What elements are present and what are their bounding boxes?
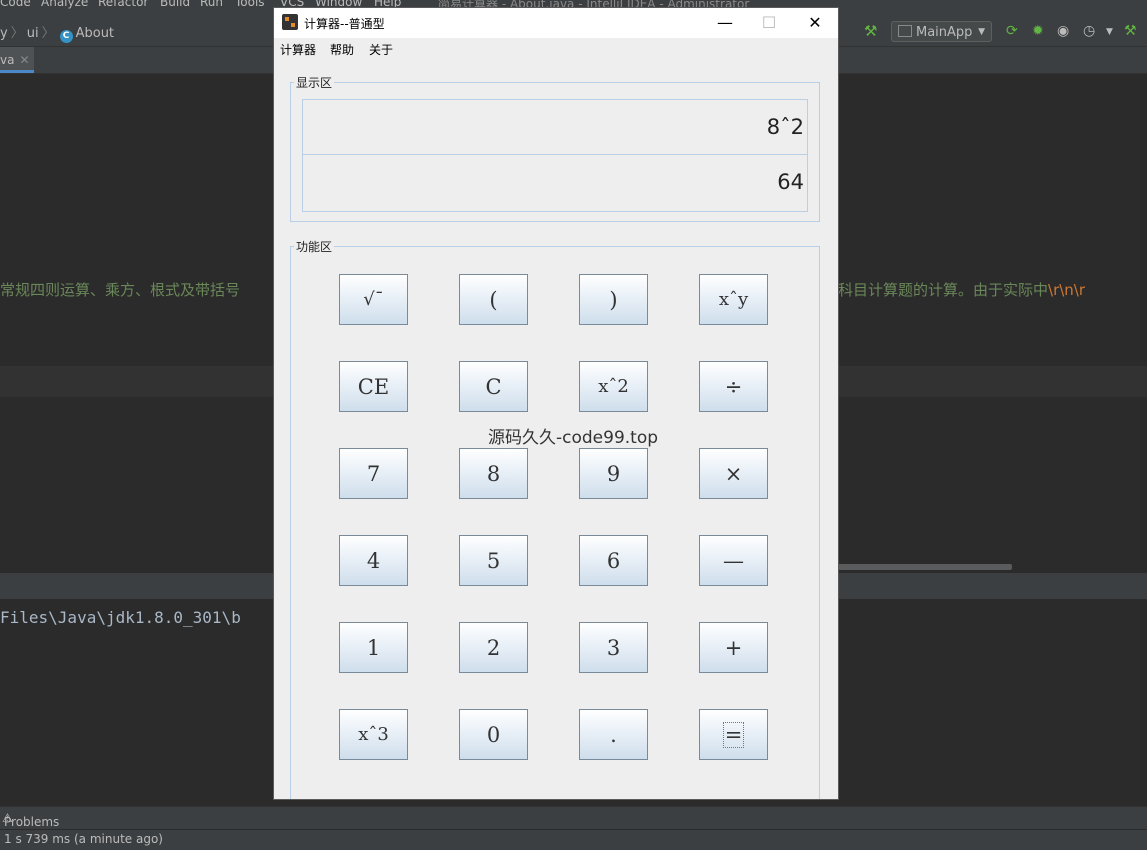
menu-about[interactable]: 关于 — [369, 41, 393, 58]
calculator-menubar: 计算器 帮助 关于 — [274, 38, 838, 60]
app-config-icon — [898, 25, 912, 37]
equals-label: = — [722, 721, 745, 748]
close-button[interactable]: ✕ — [800, 12, 830, 34]
ide-menu-code[interactable]: Code — [0, 0, 31, 9]
open-paren-button[interactable]: ( — [459, 274, 528, 325]
clear-entry-button[interactable]: CE — [339, 361, 408, 412]
close-paren-button[interactable]: ) — [579, 274, 648, 325]
ide-menu-tools[interactable]: Tools — [235, 0, 265, 9]
ide-menu-refactor[interactable]: Refactor — [98, 0, 148, 9]
calculator-window: 计算器--普通型 — ☐ ✕ 计算器 帮助 关于 显示区 8ˆ2 64 功能区 … — [274, 8, 838, 799]
digit-7-button[interactable]: 7 — [339, 448, 408, 499]
build-project-icon[interactable]: ⚒ — [1124, 23, 1137, 39]
problems-tab[interactable]: ⚠ Problems — [2, 811, 59, 829]
add-button[interactable]: + — [699, 622, 768, 673]
toolbar-actions: ⚒ MainApp ▼ ⟳ ✹ ◉ ◷ ▼ ⚒ — [860, 20, 1147, 44]
problems-label: Problems — [4, 815, 60, 829]
breadcrumb: y 〉 ui 〉 C About — [0, 22, 114, 43]
editor-tab[interactable]: va ✕ — [0, 47, 34, 73]
result-display: 64 — [302, 154, 808, 212]
power-xy-button[interactable]: xˆy — [699, 274, 768, 325]
coverage-shield-icon[interactable]: ◉ — [1057, 23, 1069, 39]
run-config-selector[interactable]: MainApp ▼ — [891, 21, 992, 42]
breadcrumb-item[interactable]: y — [0, 26, 8, 41]
status-bar: 1 s 739 ms (a minute ago) — [0, 829, 1147, 850]
profile-dropdown-icon[interactable]: ▼ — [1106, 27, 1113, 37]
decimal-point-button[interactable]: . — [579, 709, 648, 760]
digit-3-button[interactable]: 3 — [579, 622, 648, 673]
breadcrumb-item[interactable]: About — [76, 26, 114, 41]
code-string-right-text: 科目计算题的计算。由于实际中 — [838, 281, 1049, 299]
square-button[interactable]: xˆ2 — [579, 361, 648, 412]
display-legend: 显示区 — [294, 76, 335, 90]
code-string-right: 科目计算题的计算。由于实际中\r\n\r — [838, 279, 1085, 300]
digit-9-button[interactable]: 9 — [579, 448, 648, 499]
digit-5-button[interactable]: 5 — [459, 535, 528, 586]
window-title: 计算器--普通型 — [304, 17, 385, 31]
ide-menu-analyze[interactable]: Analyze — [41, 0, 88, 9]
watermark-text: 源码久久-code99.top — [488, 428, 659, 448]
expression-display: 8ˆ2 — [302, 99, 808, 155]
sqrt-button[interactable]: √¯ — [339, 274, 408, 325]
function-legend: 功能区 — [294, 240, 335, 254]
dropdown-arrow-icon: ▼ — [978, 27, 985, 37]
code-string-left: 常规四则运算、乘方、根式及带括号 — [0, 281, 241, 299]
debug-bug-icon[interactable]: ✹ — [1032, 23, 1044, 39]
digit-2-button[interactable]: 2 — [459, 622, 528, 673]
cube-button[interactable]: xˆ3 — [339, 709, 408, 760]
digit-8-button[interactable]: 8 — [459, 448, 528, 499]
calculator-app-icon — [282, 14, 298, 30]
horizontal-scrollbar[interactable] — [838, 564, 1012, 570]
problems-toolwindow-bar: ⚠ Problems — [0, 806, 1147, 830]
chevron-right-icon: 〉 — [10, 26, 24, 41]
breadcrumb-item[interactable]: ui — [27, 26, 39, 41]
digit-4-button[interactable]: 4 — [339, 535, 408, 586]
ide-menu-build[interactable]: Build — [160, 0, 190, 9]
menu-calculator[interactable]: 计算器 — [280, 41, 316, 58]
equals-button[interactable]: = — [699, 709, 768, 760]
build-hammer-icon[interactable]: ⚒ — [864, 22, 877, 40]
run-config-label: MainApp — [916, 25, 973, 40]
status-text: 1 s 739 ms (a minute ago) — [4, 832, 163, 846]
digit-0-button[interactable]: 0 — [459, 709, 528, 760]
calculator-titlebar[interactable]: 计算器--普通型 — ☐ ✕ — [274, 8, 838, 38]
subtract-button[interactable]: — — [699, 535, 768, 586]
digit-1-button[interactable]: 1 — [339, 622, 408, 673]
profile-icon[interactable]: ◷ — [1083, 23, 1095, 39]
expression-text: 8ˆ2 — [766, 115, 804, 139]
digit-6-button[interactable]: 6 — [579, 535, 648, 586]
code-escape-sequence: \r\n\r — [1048, 281, 1086, 299]
close-icon[interactable]: ✕ — [19, 53, 29, 67]
rerun-icon[interactable]: ⟳ — [1006, 23, 1018, 39]
menu-help[interactable]: 帮助 — [330, 41, 354, 58]
class-icon: C — [59, 30, 73, 43]
divide-button[interactable]: ÷ — [699, 361, 768, 412]
console-output-line: Files\Java\jdk1.8.0_301\b — [0, 608, 241, 627]
multiply-button[interactable]: × — [699, 448, 768, 499]
maximize-button[interactable]: ☐ — [754, 12, 784, 34]
minimize-button[interactable]: — — [710, 12, 740, 34]
clear-button[interactable]: C — [459, 361, 528, 412]
ide-menu-run[interactable]: Run — [200, 0, 223, 9]
result-text: 64 — [777, 170, 804, 194]
editor-tab-label: va — [0, 53, 15, 67]
chevron-right-icon: 〉 — [41, 26, 55, 41]
